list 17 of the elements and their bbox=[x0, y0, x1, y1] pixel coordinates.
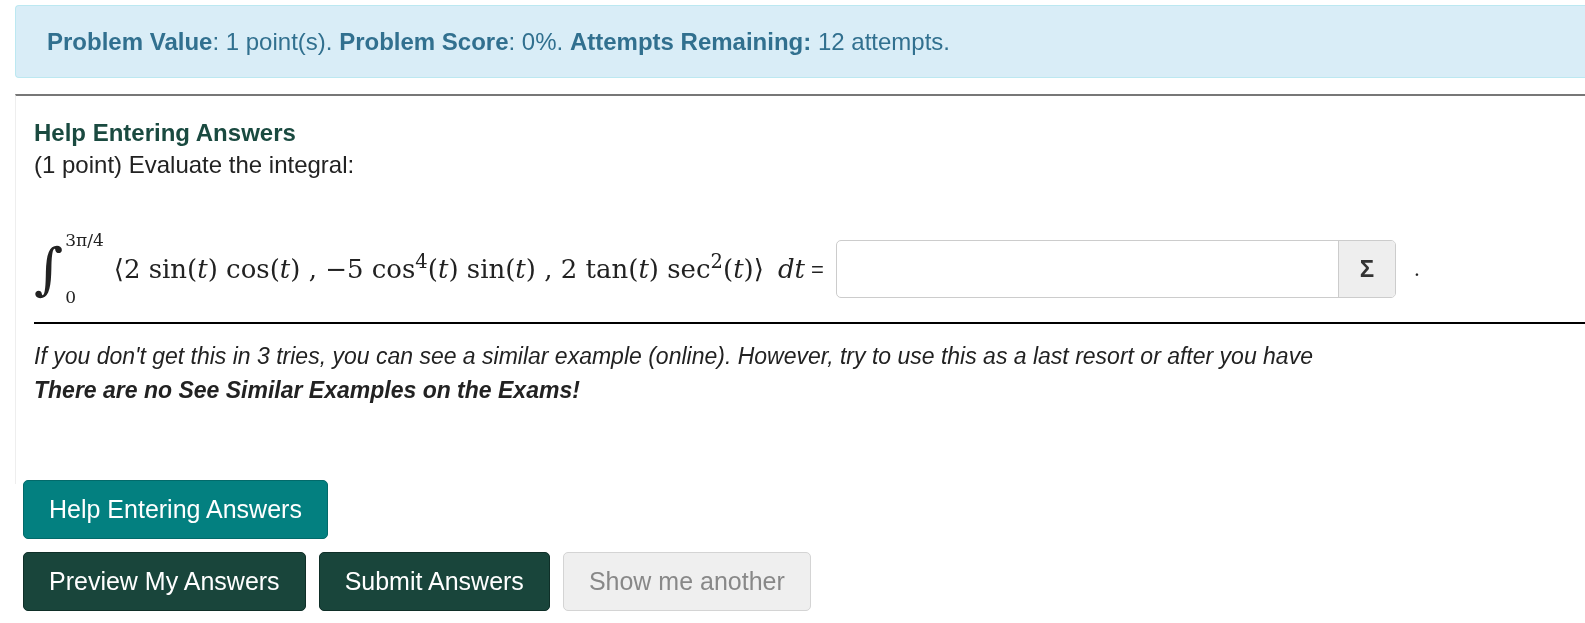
action-button[interactable]: Submit Answers bbox=[318, 552, 550, 611]
problem-title: Help Entering Answers bbox=[34, 118, 297, 148]
status-text: Problem Value: 1 point(s). Problem Score: 0%. Attempts Remaining: 12 attempts. bbox=[47, 26, 950, 57]
equation-editor-button[interactable]: Σ bbox=[1337, 241, 1395, 297]
upper-limit: 3π/4 bbox=[65, 229, 104, 252]
lower-limit: 0 bbox=[65, 285, 77, 309]
integral-sign: ∫ bbox=[34, 235, 64, 303]
period: . bbox=[1413, 256, 1421, 283]
equals-sign: = bbox=[810, 255, 824, 284]
problem-intro: (1 point) Evaluate the integral: bbox=[34, 150, 356, 180]
help-button[interactable]: Help Entering Answers bbox=[23, 480, 328, 539]
differential: dt bbox=[777, 252, 805, 286]
hint-text: If you don't get this in 3 tries, you can see a similar example (online). However, try to use this as a last resort or after you have bbox=[34, 342, 1314, 371]
exam-warning: There are no See Similar Examples on the Exams! bbox=[34, 376, 581, 405]
answer-field[interactable]: Σ bbox=[835, 240, 1396, 298]
action-button[interactable]: Preview My Answers bbox=[23, 552, 306, 611]
integrand: ⟨2 sin(t) cos(t) , −5 cos$^{4}$(t) sin(t) , 2 tan(t) sec$^{2}$(t)⟩ bbox=[113, 249, 764, 286]
